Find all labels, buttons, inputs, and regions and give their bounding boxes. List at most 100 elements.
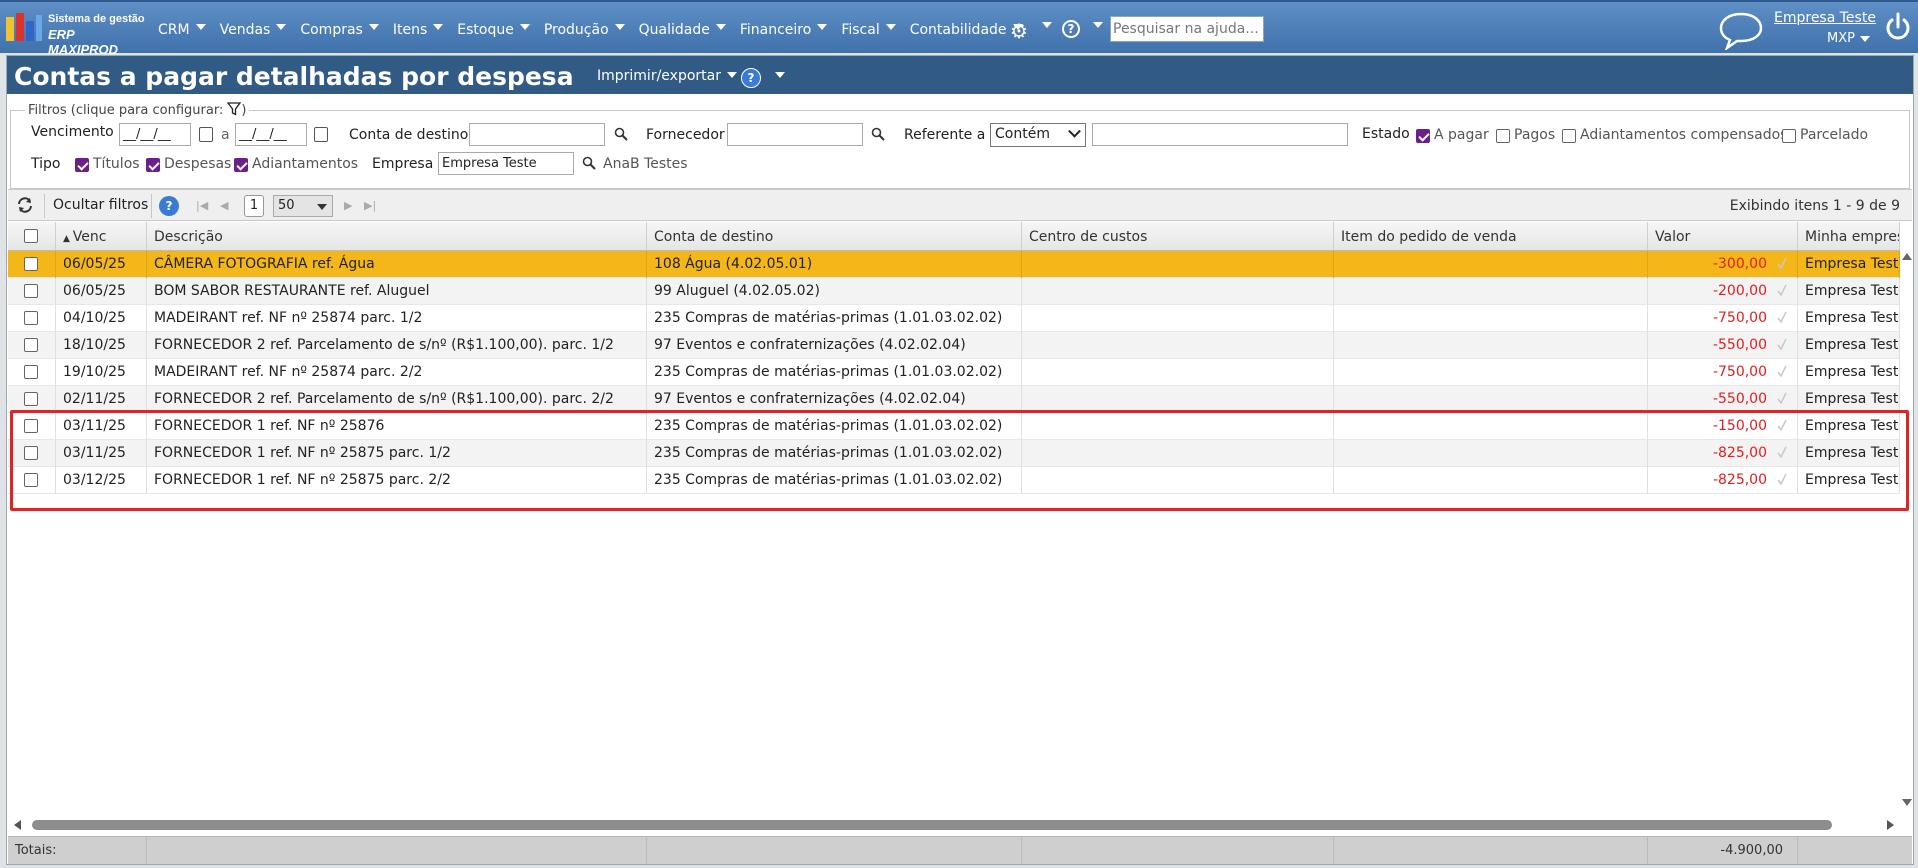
column-header[interactable]: Item do pedido de venda (1334, 222, 1648, 250)
row-checkbox[interactable] (24, 446, 38, 460)
menu-item-itens[interactable]: Itens (393, 18, 451, 40)
filters-legend[interactable]: Filtros (clique para configurar:) (25, 102, 250, 118)
chat-bubble-icon[interactable] (1718, 10, 1764, 50)
scroll-left-icon[interactable] (14, 820, 21, 830)
page-options-caret-icon[interactable] (775, 72, 785, 78)
estado-checkbox-1[interactable] (1496, 129, 1510, 143)
menu-item-label: Vendas (219, 22, 271, 38)
menu-item-financeiro[interactable]: Financeiro (740, 18, 835, 40)
erp-logo[interactable]: Sistema de gestão ERP MAXIPROD (6, 11, 146, 57)
user-caret-icon[interactable] (1860, 36, 1870, 42)
menu-item-compras[interactable]: Compras (300, 18, 387, 40)
row-checkbox[interactable] (24, 311, 38, 325)
calendar-from-icon[interactable] (199, 127, 213, 142)
column-header[interactable]: Valor (1648, 222, 1798, 250)
estado-option-label[interactable]: Adiantamentos compensados (1580, 127, 1787, 143)
table-row[interactable]: 04/10/25 MADEIRANT ref. NF nº 25874 parc.… (8, 305, 1900, 332)
company-link[interactable]: Empresa Teste (1774, 10, 1876, 26)
tipo-checkbox-0[interactable] (75, 158, 89, 172)
column-header[interactable]: Descrição (147, 222, 647, 250)
grid-toolbar: Ocultar filtros ? |◀ ◀ 1 50 ▶ ▶| Exibind… (8, 189, 1912, 221)
vencimento-from-input[interactable]: __/__/__ (119, 123, 191, 146)
grid-help-icon[interactable]: ? (159, 196, 179, 216)
table-row[interactable]: 02/11/25 FORNECEDOR 2 ref. Parcelamento d… (8, 386, 1900, 413)
scroll-right-icon[interactable] (1887, 820, 1894, 830)
select-all-checkbox[interactable] (24, 229, 38, 243)
conta-destino-input[interactable] (469, 123, 605, 146)
tipo-checkbox-2[interactable] (234, 158, 248, 172)
table-row[interactable]: 19/10/25 MADEIRANT ref. NF nº 25874 parc.… (8, 359, 1900, 386)
row-checkbox[interactable] (24, 365, 38, 379)
table-row[interactable]: 06/05/25 CÂMERA FOTOGRAFIA ref. Água 108 Á… (8, 251, 1900, 278)
calendar-to-icon[interactable] (314, 127, 328, 142)
column-header[interactable]: Minha empres (1798, 222, 1900, 250)
tipo-option-label[interactable]: Despesas (164, 156, 231, 172)
page-help-icon[interactable]: ? (741, 68, 761, 88)
conta-destino-search-icon[interactable] (614, 127, 628, 141)
menu-item-crm[interactable]: CRM (158, 18, 214, 40)
menu-item-producao[interactable]: Produção (544, 18, 633, 40)
help-search-input[interactable] (1110, 16, 1264, 42)
row-checkbox[interactable] (24, 392, 38, 406)
referente-mode-select[interactable]: Contém (990, 123, 1086, 147)
page-size-select[interactable]: 50 (273, 195, 333, 217)
estado-checkbox-3[interactable] (1782, 129, 1796, 143)
row-select-cell (8, 386, 56, 413)
estado-checkbox-2[interactable] (1562, 129, 1576, 143)
table-row[interactable]: 18/10/25 FORNECEDOR 2 ref. Parcelamento d… (8, 332, 1900, 359)
tipo-checkbox-1[interactable] (146, 158, 160, 172)
column-header[interactable]: Conta de destino (647, 222, 1022, 250)
print-export-menu[interactable]: Imprimir/exportar (597, 68, 721, 84)
vertical-scrollbar[interactable] (1900, 251, 1913, 817)
current-page[interactable]: 1 (244, 195, 264, 217)
column-header[interactable]: ▲ Venc (56, 222, 147, 250)
next-page-icon[interactable]: ▶ (344, 199, 352, 212)
scroll-down-icon[interactable] (1902, 799, 1912, 806)
power-logout-icon[interactable] (1884, 12, 1912, 42)
first-page-icon[interactable]: |◀ (196, 199, 208, 212)
row-checkbox[interactable] (24, 338, 38, 352)
estado-option-label[interactable]: Pagos (1514, 127, 1555, 143)
scroll-thumb[interactable] (32, 820, 1832, 830)
tipo-option-label[interactable]: Adiantamentos (252, 156, 358, 172)
refresh-icon[interactable] (16, 197, 34, 213)
menu-item-vendas[interactable]: Vendas (220, 18, 295, 40)
cell-empresa-text: Empresa Teste (1805, 445, 1900, 461)
row-checkbox[interactable] (24, 257, 38, 271)
estado-option-label[interactable]: A pagar (1434, 127, 1489, 143)
menu-item-estoque[interactable]: Estoque (457, 18, 538, 40)
row-checkbox[interactable] (24, 473, 38, 487)
estado-option-label[interactable]: Parcelado (1800, 127, 1868, 143)
hide-filters-button[interactable]: Ocultar filtros (53, 197, 148, 213)
estado-checkbox-0[interactable] (1416, 129, 1430, 143)
user-menu[interactable]: MXP (1827, 31, 1855, 46)
print-export-caret-icon[interactable] (727, 72, 737, 78)
last-page-icon[interactable]: ▶| (364, 199, 376, 212)
table-row[interactable]: 03/11/25 FORNECEDOR 1 ref. NF nº 25876 235… (8, 413, 1900, 440)
menu-item-qualidade[interactable]: Qualidade (639, 18, 734, 40)
horizontal-scrollbar[interactable] (8, 817, 1900, 833)
fornecedor-search-icon[interactable] (871, 127, 885, 141)
help-caret-icon[interactable] (1093, 22, 1103, 28)
empresa-input[interactable]: Empresa Teste (438, 152, 574, 175)
table-row[interactable]: 03/12/25 FORNECEDOR 1 ref. NF nº 25875 pa… (8, 467, 1900, 494)
settings-caret-icon[interactable] (1042, 22, 1052, 28)
filter-funnel-icon[interactable] (227, 102, 242, 116)
scroll-up-icon[interactable] (1902, 253, 1912, 260)
menu-item-fiscal[interactable]: Fiscal (841, 18, 903, 40)
row-checkbox[interactable] (24, 419, 38, 433)
fornecedor-input[interactable] (727, 123, 863, 146)
settings-gear-icon[interactable]: ⚙ (1010, 19, 1028, 43)
cell-valor-text: -150,00 (1712, 418, 1767, 434)
table-row[interactable]: 03/11/25 FORNECEDOR 1 ref. NF nº 25875 pa… (8, 440, 1900, 467)
row-checkbox[interactable] (24, 284, 38, 298)
column-header[interactable]: Centro de custos (1022, 222, 1334, 250)
empresa-search-icon[interactable] (582, 156, 596, 170)
help-icon[interactable]: ? (1062, 20, 1080, 38)
tipo-option-label[interactable]: Títulos (93, 156, 140, 172)
vencimento-to-input[interactable]: __/__/__ (235, 123, 307, 146)
prev-page-icon[interactable]: ◀ (220, 199, 228, 212)
cell-venc: 06/05/25 (56, 251, 147, 278)
table-row[interactable]: 06/05/25 BOM SABOR RESTAURANTE ref. Alugu… (8, 278, 1900, 305)
referente-value-input[interactable] (1092, 123, 1348, 146)
